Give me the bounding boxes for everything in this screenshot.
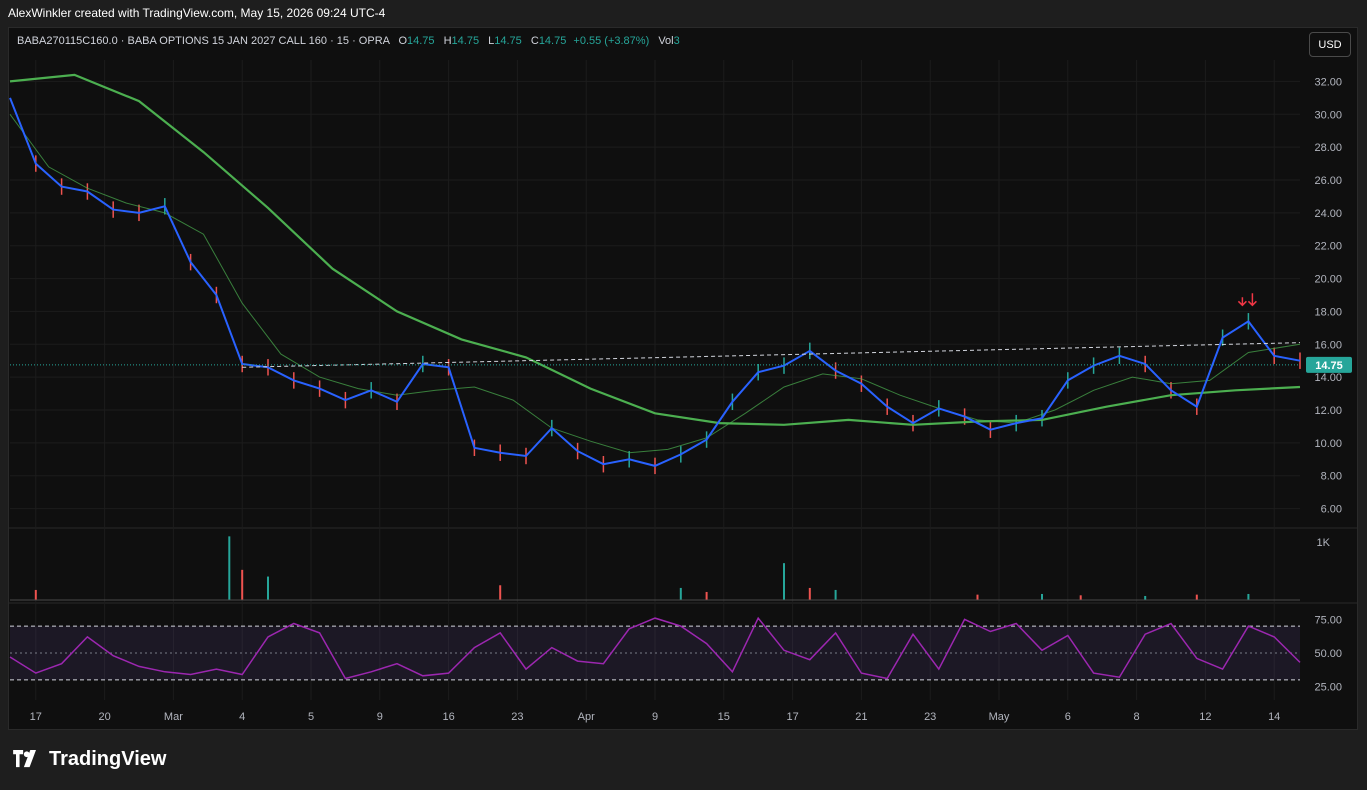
x-axis-tick-label: 15 <box>718 711 730 723</box>
x-axis-tick-label: Apr <box>578 711 595 723</box>
x-axis-tick-label: 9 <box>652 711 658 723</box>
x-axis-tick-label: 23 <box>511 711 523 723</box>
x-axis-tick-label: 17 <box>30 711 42 723</box>
y-axis-tick-label: 20.00 <box>1314 274 1342 286</box>
y-axis-tick-label: 12.00 <box>1314 405 1342 417</box>
x-axis-tick-label: 12 <box>1199 711 1211 723</box>
volume-bar <box>976 594 979 600</box>
y-axis-tick-label: 8.00 <box>1321 471 1342 483</box>
last-price-label: 14.75 <box>1315 360 1343 372</box>
x-axis-tick-label: Mar <box>164 711 183 723</box>
volume-bar <box>34 589 37 600</box>
x-axis-tick-label: 21 <box>855 711 867 723</box>
x-axis-tick-label: 14 <box>1268 711 1280 723</box>
y-axis-tick-label: 6.00 <box>1321 504 1342 516</box>
x-axis-tick-label: 16 <box>442 711 454 723</box>
volume-bar <box>499 585 502 600</box>
x-axis-tick-label: 5 <box>308 711 314 723</box>
volume-bar <box>1247 593 1250 600</box>
y-axis-tick-label: 10.00 <box>1314 438 1342 450</box>
y-axis-tick-label: 16.00 <box>1314 339 1342 351</box>
x-axis-tick-label: 9 <box>377 711 383 723</box>
x-axis-tick-label: 8 <box>1134 711 1140 723</box>
volume-bar <box>1195 594 1198 600</box>
y-axis-tick-label: 28.00 <box>1314 142 1342 154</box>
tradingview-brand[interactable]: TradingView <box>11 748 166 771</box>
y-axis-tick-label: 14.00 <box>1314 372 1342 384</box>
volume-bar <box>705 591 708 600</box>
x-axis-tick-label: 17 <box>786 711 798 723</box>
volume-bar <box>241 569 244 600</box>
volume-bar <box>679 587 682 600</box>
volume-bar <box>783 563 785 600</box>
volume-bar <box>1041 593 1043 600</box>
volume-bar <box>834 589 837 600</box>
x-axis-tick-label: 4 <box>239 711 245 723</box>
x-axis-tick-label: 6 <box>1065 711 1071 723</box>
volume-bar <box>267 576 269 600</box>
y-axis-tick-label: 26.00 <box>1314 175 1342 187</box>
chart-canvas[interactable]: 17 20 Mar 4 5 9 16 23 Apr 9 15 17 21 23 May 6 8 12 14 32.00… <box>0 0 1367 790</box>
y-axis-tick-label: 24.00 <box>1314 208 1342 220</box>
brand-name: TradingView <box>49 748 167 770</box>
volume-bar <box>228 536 231 600</box>
rsi-axis-tick-label: 25.00 <box>1314 682 1342 694</box>
tradingview-logo-icon <box>13 749 36 767</box>
volume-axis-label: 1K <box>1317 537 1331 549</box>
y-axis-tick-label: 32.00 <box>1314 76 1342 88</box>
sell-signal-arrow-icon <box>1237 293 1257 307</box>
y-axis-tick-label: 22.00 <box>1314 241 1342 253</box>
volume-bar <box>1144 595 1147 600</box>
volume-bar <box>808 587 811 600</box>
x-axis-tick-label: 23 <box>924 711 936 723</box>
y-axis-tick-label: 30.00 <box>1314 109 1342 121</box>
rsi-axis-tick-label: 50.00 <box>1314 648 1342 660</box>
rsi-axis-tick-label: 75.00 <box>1314 614 1342 626</box>
x-axis-tick-label: 20 <box>98 711 110 723</box>
y-axis-tick-label: 18.00 <box>1314 306 1342 318</box>
volume-bar <box>1079 595 1082 600</box>
x-axis-tick-label: May <box>989 711 1010 723</box>
